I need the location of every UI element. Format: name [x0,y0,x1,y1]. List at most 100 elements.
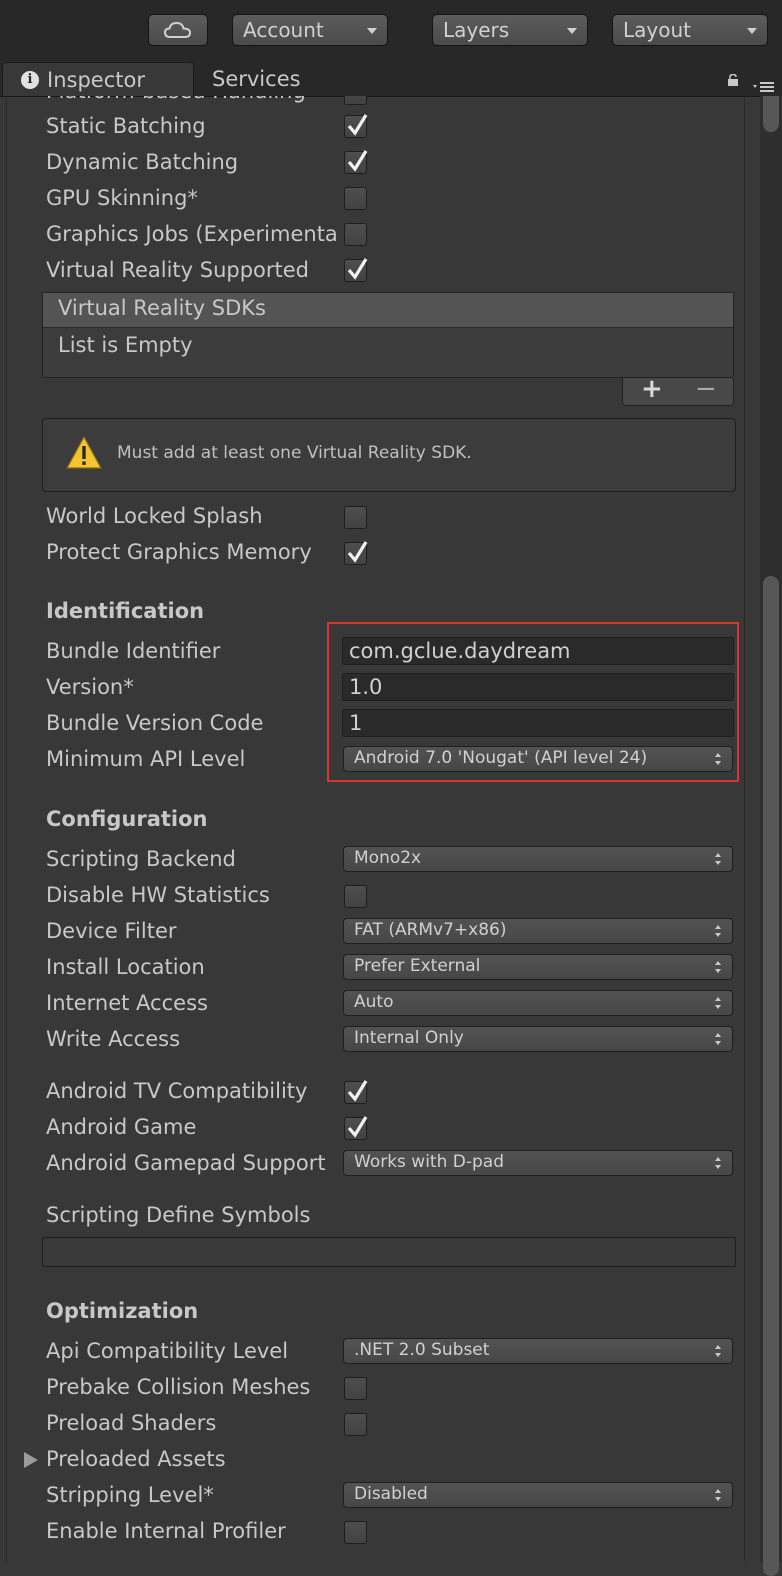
tab-bar: i Inspector Services [0,62,782,97]
write-access-dropdown[interactable]: Internal Only [343,1026,733,1052]
updown-arrows-icon [715,925,721,937]
highlight-box [327,622,739,782]
gamepad-support-value: Works with D-pad [354,1152,505,1172]
install-location-label: Install Location [46,955,205,979]
tab-services[interactable]: Services [212,62,301,96]
scrollbar-thumb-top[interactable] [763,96,779,132]
protect-graphics-memory-label: Protect Graphics Memory [46,540,312,564]
layout-label: Layout [623,18,691,42]
android-tv-label: Android TV Compatibility [46,1079,308,1103]
version-label: Version* [46,675,134,699]
preloaded-assets-label[interactable]: Preloaded Assets [46,1446,226,1472]
min-api-level-label: Minimum API Level [46,747,246,771]
scripting-backend-label: Scripting Backend [46,847,236,871]
remove-item-button[interactable]: − [695,374,717,404]
cloud-button[interactable] [148,14,208,46]
chevron-down-icon [567,28,577,34]
disable-hw-statistics-label: Disable HW Statistics [46,883,270,907]
identification-header: Identification [46,599,205,623]
install-location-dropdown[interactable]: Prefer External [343,954,733,980]
vr-supported-label: Virtual Reality Supported [46,258,310,282]
tab-inspector-label: Inspector [47,68,145,92]
updown-arrows-icon [715,1033,721,1045]
checkmark-icon [347,541,368,563]
cloud-icon [163,21,192,38]
gpu-skinning-label: GPU Skinning* [46,186,198,210]
inspector-content: Platform-based Handling Static Batching … [0,96,760,1562]
cut-off-label: Platform-based Handling [46,96,306,104]
write-access-value: Internal Only [354,1028,464,1048]
world-locked-splash-checkbox[interactable] [344,506,367,529]
graphics-jobs-checkbox[interactable] [344,223,367,246]
protect-graphics-memory-checkbox[interactable] [344,541,368,565]
bundle-version-code-label: Bundle Version Code [46,711,264,735]
android-game-label: Android Game [46,1115,197,1139]
chevron-down-icon [747,28,757,34]
divider [6,96,7,1562]
scrollbar[interactable] [760,96,782,1576]
warning-text: Must add at least one Virtual Reality SD… [117,443,472,463]
add-item-button[interactable]: + [641,374,663,404]
stripping-level-dropdown[interactable]: Disabled [343,1482,733,1508]
updown-arrows-icon [715,1489,721,1501]
vr-supported-checkbox[interactable] [344,258,368,282]
device-filter-dropdown[interactable]: FAT (ARMv7+x86) [343,918,733,944]
cut-off-checkbox[interactable] [344,96,367,105]
disable-hw-statistics-checkbox[interactable] [344,885,367,908]
internet-access-dropdown[interactable]: Auto [343,990,733,1016]
preload-shaders-label: Preload Shaders [46,1411,217,1435]
define-symbols-input[interactable] [42,1237,736,1267]
prebake-collision-checkbox[interactable] [344,1377,367,1400]
account-label: Account [243,18,324,42]
prebake-collision-label: Prebake Collision Meshes [46,1375,311,1399]
updown-arrows-icon [715,1345,721,1357]
dynamic-batching-label: Dynamic Batching [46,150,239,174]
optimization-header: Optimization [46,1299,199,1323]
write-access-label: Write Access [46,1027,181,1051]
tab-services-label: Services [212,67,301,91]
static-batching-checkbox[interactable] [344,114,368,138]
gpu-skinning-checkbox[interactable] [344,187,367,210]
gamepad-support-label: Android Gamepad Support [46,1151,326,1175]
api-compat-label: Api Compatibility Level [46,1339,289,1363]
android-game-checkbox[interactable] [344,1116,368,1140]
warning-helpbox: Must add at least one Virtual Reality SD… [42,418,736,492]
updown-arrows-icon [715,853,721,865]
checkmark-icon [347,114,368,136]
api-compat-dropdown[interactable]: .NET 2.0 Subset [343,1338,733,1364]
stripping-level-label: Stripping Level* [46,1483,214,1507]
foldout-arrow-icon[interactable] [24,1452,38,1468]
updown-arrows-icon [715,961,721,973]
checkmark-icon [347,1116,368,1138]
device-filter-value: FAT (ARMv7+x86) [354,920,507,940]
tab-inspector[interactable]: i Inspector [2,62,194,96]
vr-sdk-list-footer: + − [622,374,734,406]
bundle-identifier-label: Bundle Identifier [46,639,221,663]
vr-sdk-list: Virtual Reality SDKs List is Empty [42,292,734,378]
divider [744,96,745,1562]
checkmark-icon [347,150,368,172]
toolbar: Account Layers Layout [0,0,782,62]
layout-dropdown[interactable]: Layout [612,14,768,46]
scrollbar-thumb[interactable] [763,576,779,1576]
account-dropdown[interactable]: Account [232,14,388,46]
stripping-level-value: Disabled [354,1484,428,1504]
api-compat-value: .NET 2.0 Subset [354,1340,490,1360]
scripting-backend-value: Mono2x [354,848,422,868]
internal-profiler-label: Enable Internal Profiler [46,1519,286,1543]
info-icon: i [21,71,39,89]
android-tv-checkbox[interactable] [344,1080,368,1104]
preload-shaders-checkbox[interactable] [344,1413,367,1436]
checkmark-icon [347,258,368,280]
scripting-backend-dropdown[interactable]: Mono2x [343,846,733,872]
context-menu-icon[interactable] [752,80,780,94]
dynamic-batching-checkbox[interactable] [344,150,368,174]
vr-sdk-list-title: Virtual Reality SDKs [58,296,266,320]
lock-icon[interactable] [727,74,739,86]
checkmark-icon [347,1080,368,1102]
layers-dropdown[interactable]: Layers [432,14,588,46]
vr-sdk-list-header: Virtual Reality SDKs [43,293,733,328]
internet-access-label: Internet Access [46,991,208,1015]
internal-profiler-checkbox[interactable] [344,1521,367,1544]
gamepad-support-dropdown[interactable]: Works with D-pad [343,1150,733,1176]
